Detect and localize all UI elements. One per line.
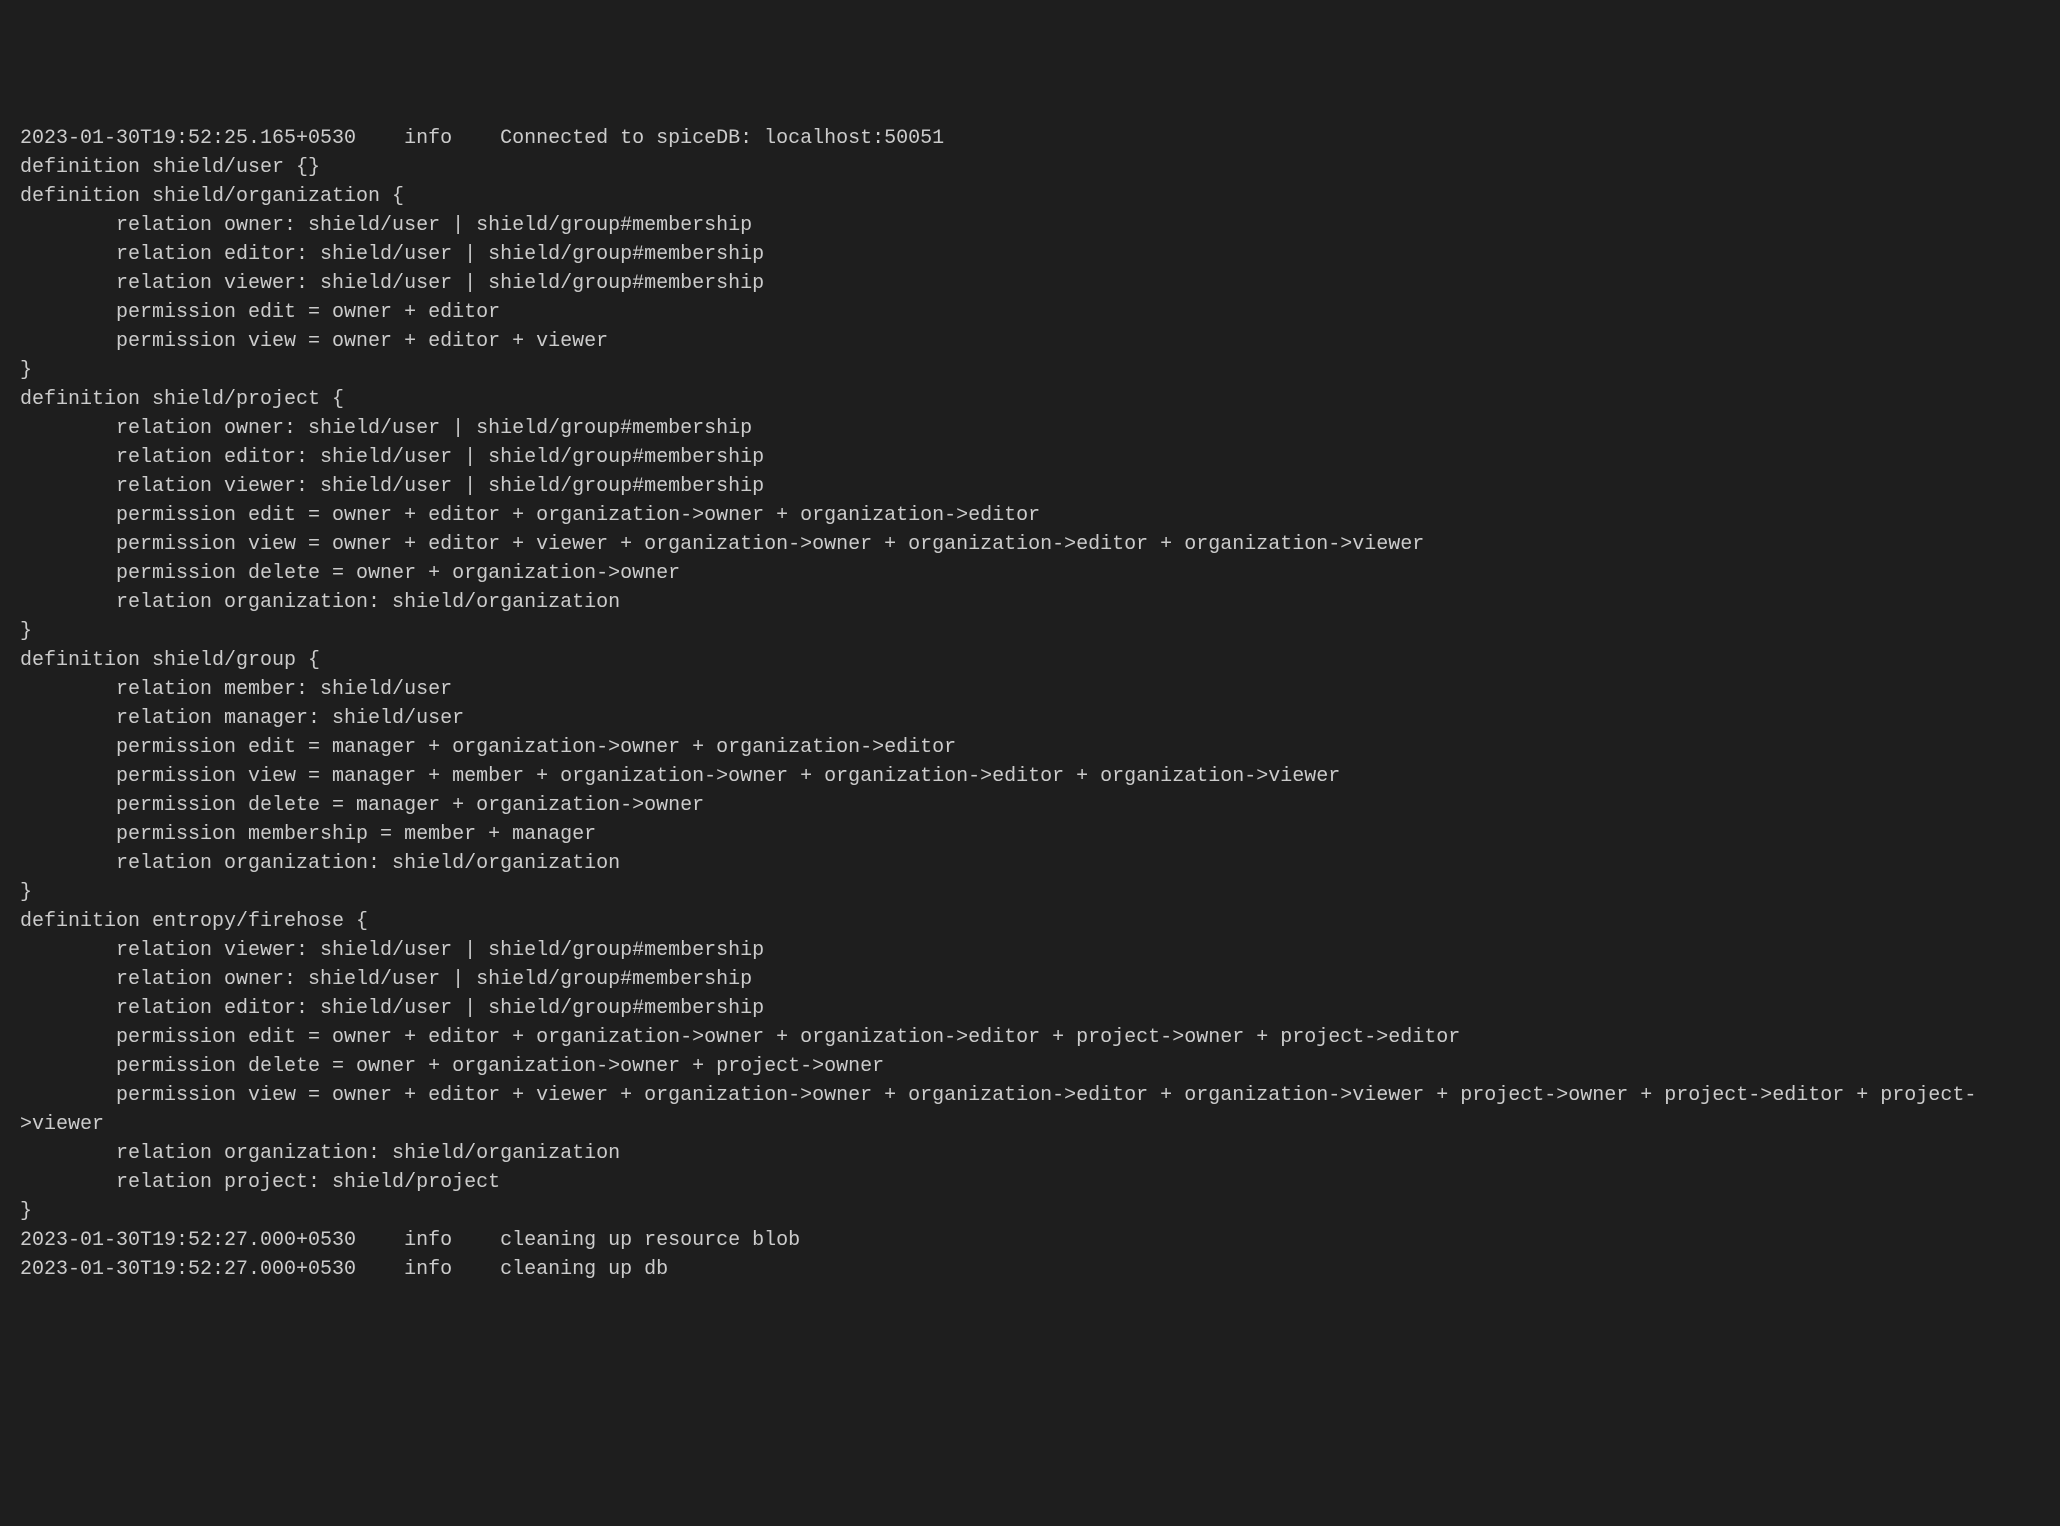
- terminal-line: permission edit = owner + editor + organ…: [20, 1023, 2040, 1052]
- terminal-line: 2023-01-30T19:52:25.165+0530 info Connec…: [20, 124, 2040, 153]
- terminal-line: relation manager: shield/user: [20, 704, 2040, 733]
- terminal-line: relation organization: shield/organizati…: [20, 588, 2040, 617]
- terminal-line: }: [20, 1197, 2040, 1226]
- terminal-line: relation owner: shield/user | shield/gro…: [20, 414, 2040, 443]
- terminal-line: permission view = manager + member + org…: [20, 762, 2040, 791]
- terminal-line: relation editor: shield/user | shield/gr…: [20, 443, 2040, 472]
- terminal-line: permission edit = owner + editor: [20, 298, 2040, 327]
- terminal-line: permission membership = member + manager: [20, 820, 2040, 849]
- terminal-line: relation owner: shield/user | shield/gro…: [20, 965, 2040, 994]
- terminal-line: }: [20, 878, 2040, 907]
- terminal-line: relation editor: shield/user | shield/gr…: [20, 994, 2040, 1023]
- terminal-line: permission view = owner + editor + viewe…: [20, 530, 2040, 559]
- terminal-line: relation member: shield/user: [20, 675, 2040, 704]
- terminal-line: definition shield/group {: [20, 646, 2040, 675]
- terminal-line: relation project: shield/project: [20, 1168, 2040, 1197]
- terminal-line: relation owner: shield/user | shield/gro…: [20, 211, 2040, 240]
- terminal-line: 2023-01-30T19:52:27.000+0530 info cleani…: [20, 1226, 2040, 1255]
- terminal-line: permission view = owner + editor + viewe…: [20, 1081, 2040, 1139]
- terminal-line: 2023-01-30T19:52:27.000+0530 info cleani…: [20, 1255, 2040, 1284]
- terminal-line: permission edit = manager + organization…: [20, 733, 2040, 762]
- terminal-line: permission delete = owner + organization…: [20, 559, 2040, 588]
- terminal-line: definition shield/organization {: [20, 182, 2040, 211]
- terminal-line: definition shield/user {}: [20, 153, 2040, 182]
- terminal-line: permission view = owner + editor + viewe…: [20, 327, 2040, 356]
- terminal-line: definition entropy/firehose {: [20, 907, 2040, 936]
- terminal-line: permission delete = manager + organizati…: [20, 791, 2040, 820]
- terminal-line: definition shield/project {: [20, 385, 2040, 414]
- terminal-line: relation editor: shield/user | shield/gr…: [20, 240, 2040, 269]
- terminal-line: relation organization: shield/organizati…: [20, 1139, 2040, 1168]
- terminal-line: }: [20, 356, 2040, 385]
- terminal-line: relation viewer: shield/user | shield/gr…: [20, 269, 2040, 298]
- terminal-line: permission delete = owner + organization…: [20, 1052, 2040, 1081]
- terminal-line: permission edit = owner + editor + organ…: [20, 501, 2040, 530]
- terminal-line: relation viewer: shield/user | shield/gr…: [20, 472, 2040, 501]
- terminal-line: }: [20, 617, 2040, 646]
- terminal-output: 2023-01-30T19:52:25.165+0530 info Connec…: [20, 124, 2040, 1284]
- terminal-line: relation organization: shield/organizati…: [20, 849, 2040, 878]
- terminal-line: relation viewer: shield/user | shield/gr…: [20, 936, 2040, 965]
